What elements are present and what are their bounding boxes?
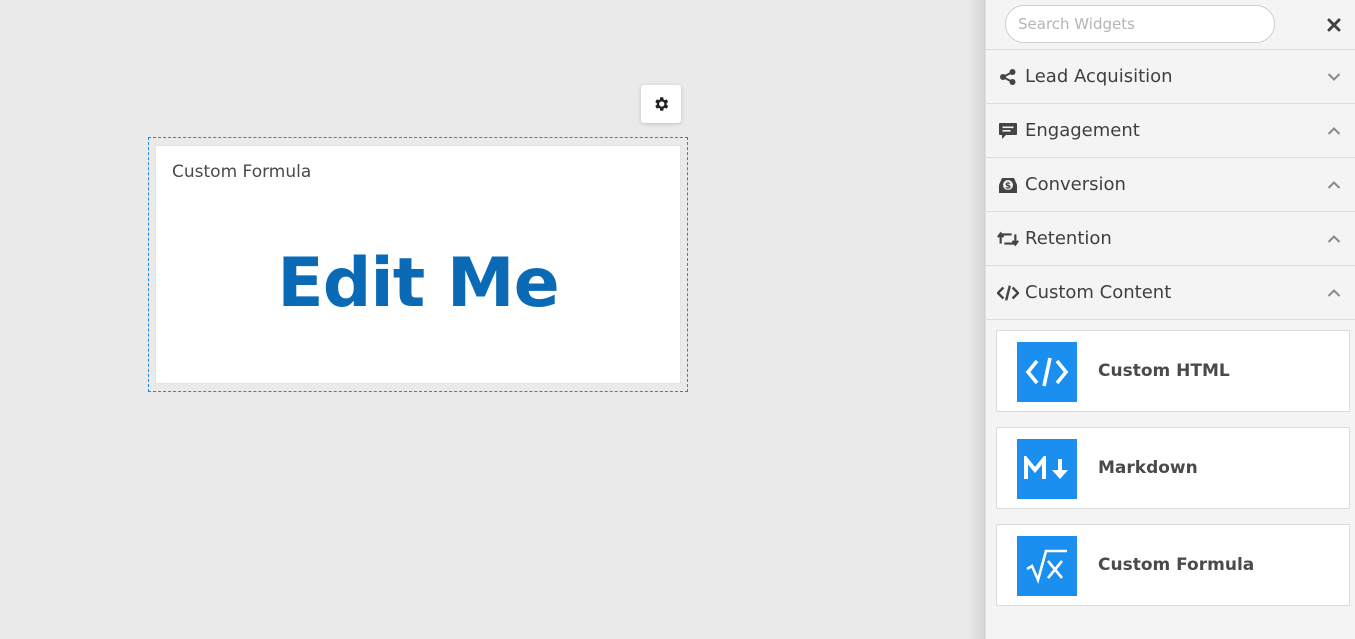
widget-item-custom-html[interactable]: Custom HTML (996, 330, 1350, 412)
chevron-up-icon (1326, 285, 1342, 301)
search-widgets-input[interactable] (1005, 5, 1275, 43)
category-conversion[interactable]: $ Conversion (986, 158, 1355, 212)
category-label: Engagement (1025, 120, 1140, 141)
custom-content-widget-list: Custom HTML Markdown Custom Formula (986, 320, 1355, 606)
widget-settings-button[interactable] (641, 85, 681, 123)
category-label: Conversion (1025, 174, 1126, 195)
custom-formula-widget[interactable]: Custom Formula Edit Me (155, 145, 681, 384)
markdown-icon (1017, 439, 1077, 499)
gear-icon (655, 97, 669, 111)
category-label: Lead Acquisition (1025, 66, 1173, 87)
category-retention[interactable]: Retention (986, 212, 1355, 266)
selected-widget-frame[interactable]: Custom Formula Edit Me (148, 137, 688, 392)
widget-item-label: Custom HTML (1098, 361, 1230, 381)
widget-item-label: Custom Formula (1098, 555, 1255, 575)
widget-value[interactable]: Edit Me (156, 244, 680, 323)
category-label: Custom Content (1025, 282, 1172, 303)
chevron-up-icon (1326, 177, 1342, 193)
search-row (986, 0, 1355, 50)
widget-item-custom-formula[interactable]: Custom Formula (996, 524, 1350, 606)
category-label: Retention (1025, 228, 1112, 249)
square-root-icon (1017, 536, 1077, 596)
close-sidebar-button[interactable] (1324, 15, 1344, 35)
widget-sidebar: Lead Acquisition Engagement $ Convers (985, 0, 1355, 639)
widget-item-label: Markdown (1098, 458, 1198, 478)
category-custom-content[interactable]: Custom Content (986, 266, 1355, 320)
chevron-up-icon (1326, 123, 1342, 139)
code-icon (997, 282, 1019, 304)
category-lead-acquisition[interactable]: Lead Acquisition (986, 50, 1355, 104)
chevron-down-icon (1326, 69, 1342, 85)
share-icon (997, 66, 1019, 88)
widget-title: Custom Formula (172, 162, 312, 182)
close-icon (1327, 18, 1341, 32)
category-engagement[interactable]: Engagement (986, 104, 1355, 158)
sidebar-shadow (968, 0, 986, 639)
svg-text:$: $ (1005, 181, 1011, 191)
code-icon (1017, 342, 1077, 402)
dollar-tray-icon: $ (997, 174, 1019, 196)
chevron-up-icon (1326, 231, 1342, 247)
dashboard-canvas: Custom Formula Edit Me (0, 0, 970, 639)
widget-item-markdown[interactable]: Markdown (996, 427, 1350, 509)
retweet-icon (997, 228, 1019, 250)
comment-icon (997, 120, 1019, 142)
